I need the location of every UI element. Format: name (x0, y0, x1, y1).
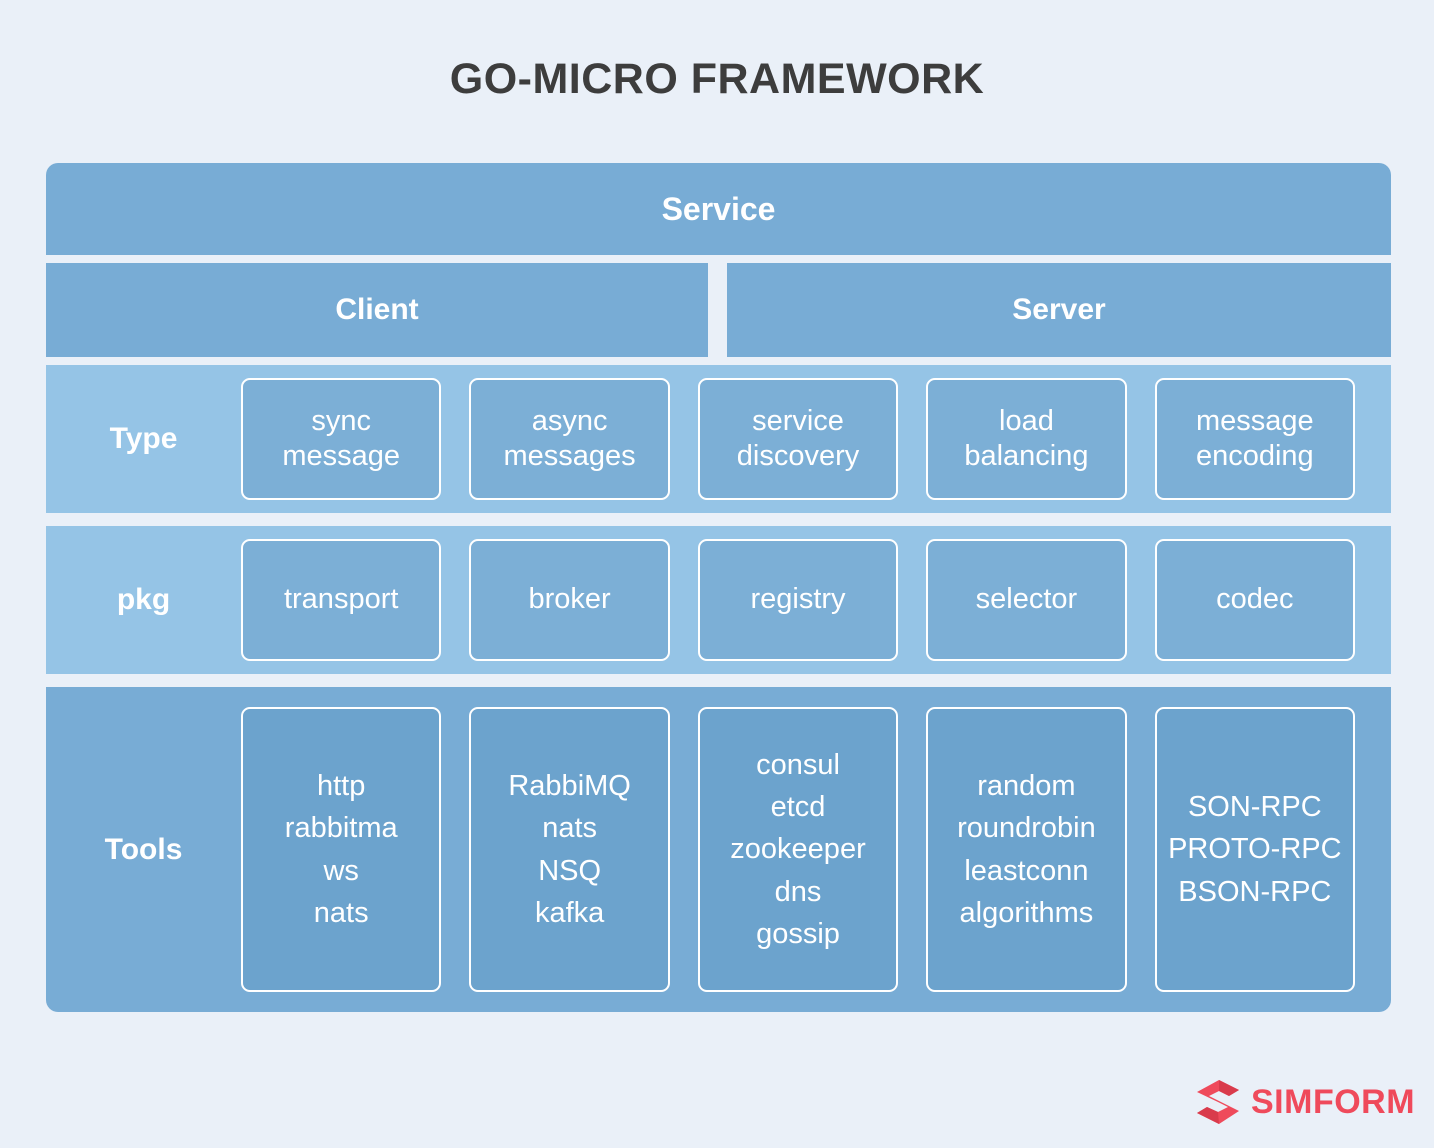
pkg-cell-codec: codec (1154, 539, 1356, 661)
type-cell-message-encoding-label: message encoding (1195, 404, 1314, 472)
simform-logo-text: SIMFORM (1251, 1082, 1416, 1121)
type-cell-sync-message-label: sync message (282, 404, 401, 472)
tier-server: Server (727, 263, 1391, 357)
pkg-cell-codec-label: codec (1216, 583, 1294, 616)
type-cell-sync-message: sync message (241, 378, 442, 500)
pkg-cell-registry: registry (697, 539, 899, 661)
layer-row-type: Type sync message async messages service… (46, 365, 1391, 513)
type-cell-message-encoding: message encoding (1154, 378, 1356, 500)
tier-client-label: Client (335, 293, 419, 326)
simform-diamond-icon (1197, 1080, 1239, 1124)
layer-cells-tools: http rabbitma ws nats RabbiMQ nats NSQ k… (241, 707, 1391, 992)
pkg-cell-transport: transport (241, 539, 442, 661)
pkg-cell-transport-label: transport (283, 583, 399, 616)
go-micro-architecture-diagram: Service Client Server Type sync message … (46, 163, 1391, 1012)
pkg-cell-broker: broker (469, 539, 670, 661)
spacer-tiers-type (46, 357, 1391, 365)
tier-divider (708, 263, 727, 357)
type-cell-async-messages-label: async messages (503, 404, 636, 472)
service-label: Service (661, 190, 776, 227)
layer-label-pkg: pkg (116, 583, 171, 616)
tier-client: Client (46, 263, 708, 357)
layer-label-type: Type (109, 422, 178, 455)
type-cell-service-discovery: service discovery (697, 378, 899, 500)
tools-cell-transport-label: http rabbitma ws nats (284, 770, 398, 929)
tier-row: Client Server (46, 263, 1391, 357)
tools-cell-codec-label: SON-RPC PROTO-RPC BSON-RPC (1168, 791, 1342, 908)
pkg-cell-registry-label: registry (750, 583, 846, 616)
type-cell-service-discovery-label: service discovery (736, 404, 860, 472)
type-cell-load-balancing: load balancing (926, 378, 1127, 500)
spacer-service-tiers (46, 255, 1391, 263)
tools-cell-selector: random roundrobin leastconn algorithms (926, 707, 1127, 992)
tools-cell-codec: SON-RPC PROTO-RPC BSON-RPC (1154, 707, 1356, 992)
tools-cell-selector-label: random roundrobin leastconn algorithms (957, 770, 1096, 929)
tools-cell-registry: consul etcd zookeeper dns gossip (697, 707, 899, 992)
layer-cells-type: sync message async messages service disc… (241, 378, 1391, 500)
spacer-pkg-tools (46, 674, 1391, 687)
tools-cell-broker: RabbiMQ nats NSQ kafka (469, 707, 670, 992)
diagram-page: GO-MICRO FRAMEWORK Service Client Server… (0, 0, 1434, 1148)
pkg-cell-selector: selector (926, 539, 1127, 661)
page-title: GO-MICRO FRAMEWORK (449, 55, 985, 103)
service-bar: Service (46, 163, 1391, 255)
tools-cell-transport: http rabbitma ws nats (241, 707, 442, 992)
type-cell-load-balancing-label: load balancing (964, 404, 1089, 472)
tier-server-label: Server (1012, 293, 1106, 326)
layer-label-tools: Tools (104, 832, 183, 866)
simform-logo: SIMFORM (1196, 1079, 1415, 1125)
layer-row-pkg: pkg transport broker registry selector c… (46, 526, 1391, 674)
layer-row-tools: Tools http rabbitma ws nats RabbiMQ nats… (46, 687, 1391, 1012)
type-cell-async-messages: async messages (469, 378, 670, 500)
pkg-cell-selector-label: selector (975, 583, 1078, 616)
spacer-type-pkg (46, 513, 1391, 526)
tools-cell-broker-label: RabbiMQ nats NSQ kafka (508, 770, 631, 929)
pkg-cell-broker-label: broker (528, 583, 611, 616)
tools-cell-registry-label: consul etcd zookeeper dns gossip (730, 749, 866, 950)
layer-cells-pkg: transport broker registry selector codec (241, 539, 1391, 661)
